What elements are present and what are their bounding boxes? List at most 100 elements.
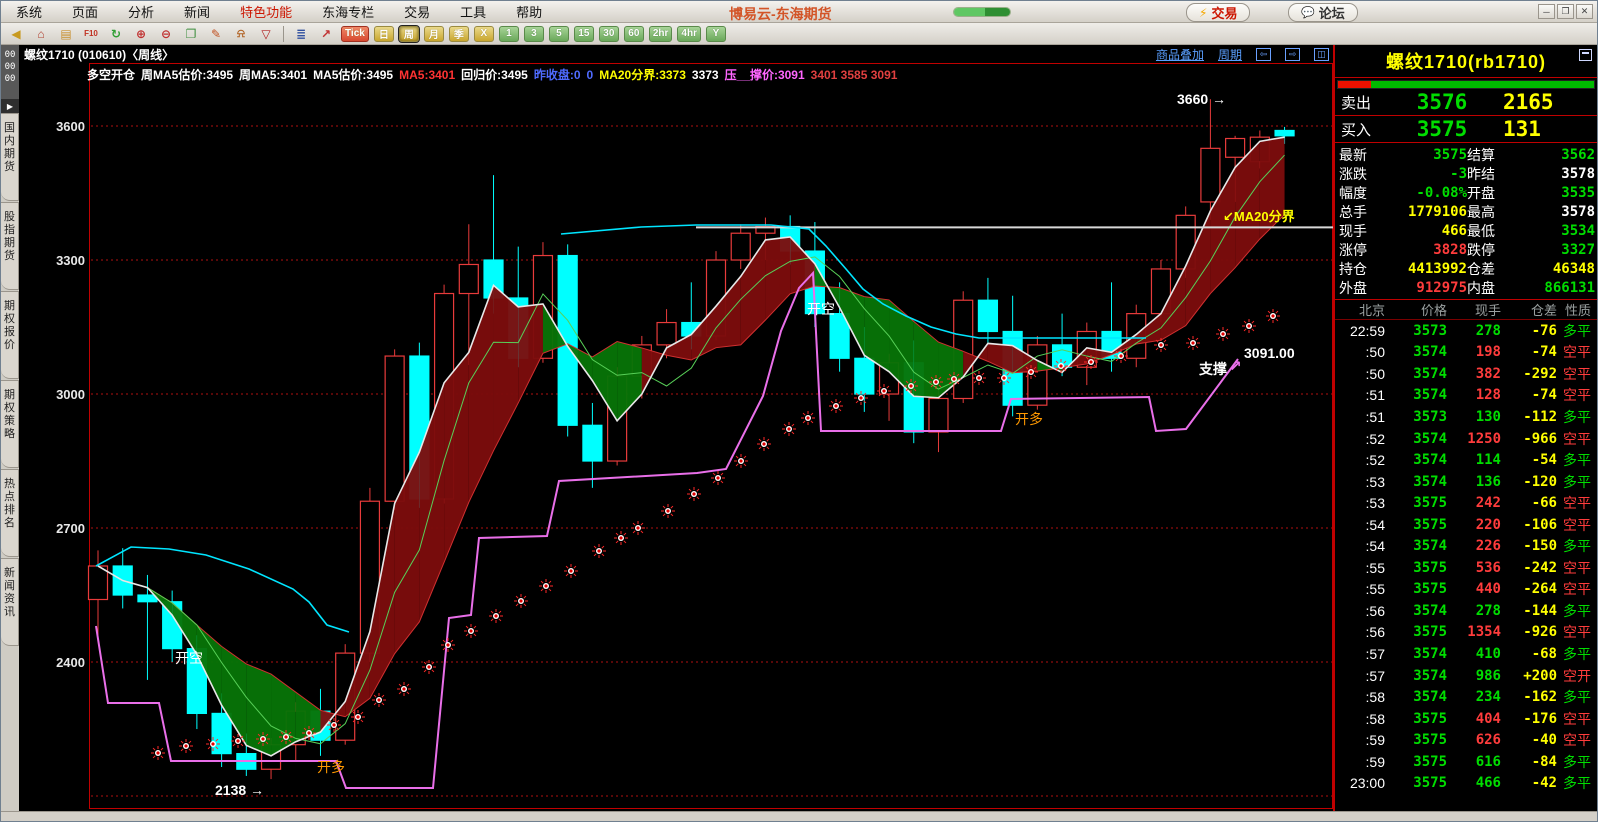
period-button-日[interactable]: 日 [374, 26, 394, 42]
period-button-月[interactable]: 月 [424, 26, 444, 42]
alert-bell-icon[interactable]: ⍾ [231, 25, 251, 42]
candle-body[interactable] [89, 566, 108, 600]
tick-row[interactable]: :593575616-84多平 [1335, 751, 1597, 773]
period-button-Y[interactable]: Y [706, 26, 726, 42]
menu-item-特色功能[interactable]: 特色功能 [225, 0, 307, 23]
sidebar-tab-热点排名[interactable]: 热点排名 [1, 469, 19, 557]
period-button-15[interactable]: 15 [574, 26, 594, 42]
period-button-季[interactable]: 季 [449, 26, 469, 42]
notes-icon[interactable]: ▤ [56, 25, 76, 42]
tick-row[interactable]: :5635751354-926空平 [1335, 622, 1597, 644]
candle-body[interactable] [1226, 139, 1245, 158]
menu-item-分析[interactable]: 分析 [113, 0, 169, 23]
tick-row[interactable]: :563574278-144多平 [1335, 600, 1597, 622]
candlestick-chart[interactable]: 360033003000270024003660 →2138 →↙MA20分界支… [19, 63, 1335, 813]
sidebar-tab-国内期货[interactable]: 国内期货 [1, 113, 19, 201]
tick-row[interactable]: :523574114-54多平 [1335, 449, 1597, 471]
candle-body[interactable] [583, 425, 602, 461]
draw-icon[interactable]: ✎ [206, 25, 226, 42]
sidebar-tab-股指期货[interactable]: 股指期货 [1, 202, 19, 290]
tick-row[interactable]: :513573130-112多平 [1335, 406, 1597, 428]
candle-body[interactable] [385, 356, 404, 501]
minimize-button[interactable]: ─ [1538, 4, 1555, 19]
tick-row[interactable]: :503574198-74空平 [1335, 342, 1597, 364]
period-button-X[interactable]: X [474, 26, 494, 42]
chart-area[interactable]: 多空开仓周MA5估价:3495周MA5:3401MA5估价:3495MA5:34… [19, 63, 1335, 813]
period-button-5[interactable]: 5 [549, 26, 569, 42]
tick-row[interactable]: :513574128-74空平 [1335, 385, 1597, 407]
menu-item-东海专栏[interactable]: 东海专栏 [307, 0, 389, 23]
period-button-3[interactable]: 3 [524, 26, 544, 42]
home-icon[interactable]: ⌂ [31, 25, 51, 42]
menu-item-新闻[interactable]: 新闻 [169, 0, 225, 23]
period-button-60[interactable]: 60 [624, 26, 644, 42]
menu-item-工具[interactable]: 工具 [445, 0, 501, 23]
menu-item-系统[interactable]: 系统 [1, 0, 57, 23]
chart-annotation: 3660 → [1177, 91, 1226, 107]
ma-ribbon [988, 343, 1013, 372]
candle-body[interactable] [459, 264, 478, 293]
link-周期[interactable]: 周期 [1218, 46, 1242, 63]
tick-row[interactable]: 23:003575466-42多平 [1335, 772, 1597, 794]
close-button[interactable]: ✕ [1576, 4, 1593, 19]
candle-body[interactable] [978, 300, 997, 331]
candle-body[interactable] [1201, 148, 1220, 202]
play-icon[interactable]: ▶ [1, 99, 19, 113]
period-button-周[interactable]: 周 [399, 26, 419, 42]
f10-icon[interactable]: F10 [81, 25, 101, 42]
tick-row[interactable]: :553575440-264空平 [1335, 579, 1597, 601]
menu-item-帮助[interactable]: 帮助 [501, 0, 557, 23]
restore-button[interactable]: ❐ [1557, 4, 1574, 19]
overlay-icon[interactable]: ❐ [181, 25, 201, 42]
tick-row[interactable]: :503574382-292空平 [1335, 363, 1597, 385]
period-button-1[interactable]: 1 [499, 26, 519, 42]
split-layout-icon[interactable]: ◫ [1314, 48, 1329, 61]
sidebar-tab-新闻资讯[interactable]: 新闻资讯 [1, 558, 19, 646]
menu-item-交易[interactable]: 交易 [389, 0, 445, 23]
next-contract-icon[interactable]: ⇨ [1285, 48, 1300, 61]
panel-restore-icon[interactable] [1579, 49, 1592, 61]
tick-row[interactable]: :593575626-40空平 [1335, 729, 1597, 751]
prev-contract-icon[interactable]: ⇦ [1256, 48, 1271, 61]
tick-row[interactable]: :583575404-176空平 [1335, 708, 1597, 730]
tick-row[interactable]: :583574234-162多平 [1335, 686, 1597, 708]
kline-chart-icon[interactable]: ↗ [316, 25, 336, 42]
sidebar-tab-期权报价[interactable]: 期权报价 [1, 291, 19, 379]
tick-oi-change: -150 [1505, 538, 1561, 554]
period-button-2hr[interactable]: 2hr [649, 26, 673, 42]
candle-body[interactable] [1275, 130, 1294, 135]
tick-row[interactable]: :553575536-242空平 [1335, 557, 1597, 579]
refresh-icon[interactable]: ↻ [106, 25, 126, 42]
tick-row[interactable]: :533575242-66空平 [1335, 492, 1597, 514]
candle-body[interactable] [657, 323, 676, 345]
candle-body[interactable] [731, 233, 750, 260]
candle-body[interactable] [855, 358, 874, 394]
tick-row[interactable]: :543575220-106空平 [1335, 514, 1597, 536]
tick-row[interactable]: :573574410-68多平 [1335, 643, 1597, 665]
tick-table[interactable]: 22:593573278-76多平:503574198-74空平:5035743… [1335, 320, 1597, 794]
forum-button[interactable]: 💬 论坛 [1288, 3, 1358, 22]
bid-row[interactable]: 买入 3575 131 [1335, 116, 1597, 143]
menu-item-页面[interactable]: 页面 [57, 0, 113, 23]
back-icon[interactable]: ◀ [6, 25, 26, 42]
quote-board-icon[interactable]: ≣ [291, 25, 311, 42]
sidebar-tab-期权策略[interactable]: 期权策略 [1, 380, 19, 468]
tick-row[interactable]: :573574986+200空开 [1335, 665, 1597, 687]
trade-button[interactable]: ⚡ 交易 [1186, 3, 1250, 22]
tick-row[interactable]: :5235741250-966空平 [1335, 428, 1597, 450]
tick-row[interactable]: 22:593573278-76多平 [1335, 320, 1597, 342]
candle-body[interactable] [929, 398, 948, 432]
zoom-out-icon[interactable]: ⊖ [156, 25, 176, 42]
period-button-30[interactable]: 30 [599, 26, 619, 42]
indicator-value: 3373 [692, 68, 719, 82]
candle-body[interactable] [212, 713, 231, 753]
zoom-in-icon[interactable]: ⊕ [131, 25, 151, 42]
period-tick-button[interactable]: Tick [341, 26, 369, 42]
tick-row[interactable]: :533574136-120多平 [1335, 471, 1597, 493]
period-button-4hr[interactable]: 4hr [677, 26, 701, 42]
filter-icon[interactable]: ▽ [256, 25, 276, 42]
tick-time: :51 [1335, 387, 1389, 403]
ask-row[interactable]: 卖出 3576 2165 [1335, 89, 1597, 116]
tick-row[interactable]: :543574226-150多平 [1335, 535, 1597, 557]
link-商品叠加[interactable]: 商品叠加 [1156, 46, 1204, 63]
